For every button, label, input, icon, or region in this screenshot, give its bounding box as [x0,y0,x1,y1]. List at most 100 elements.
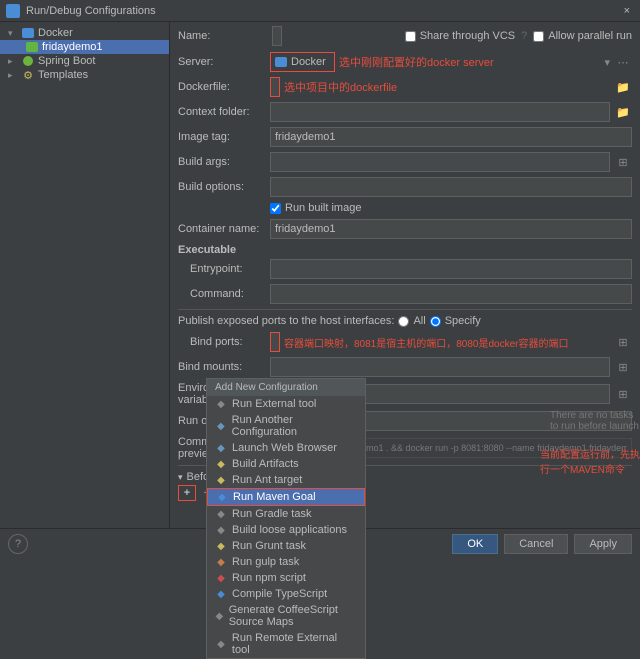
tree-node-templates[interactable]: ▸ ⚙ Templates [0,68,169,82]
popup-item-label: Run Remote External tool [232,632,357,656]
popup-item-label: Build Artifacts [232,458,299,470]
popup-item[interactable]: ◆ Run Ant target [207,472,365,488]
popup-item[interactable]: ◆Run gulp task [207,554,365,570]
bindports-label: Bind ports: [178,336,266,348]
popup-item[interactable]: ◆ Launch Web Browser [207,440,365,456]
dockerfile-input[interactable] [270,77,280,97]
chevron-right-icon: ▸ [8,56,18,67]
runbuilt-checkbox[interactable]: Run built image [270,202,361,214]
dialog-title: Run/Debug Configurations [26,5,156,17]
tree-label: fridaydemo1 [42,41,103,53]
popup-item-label: Run Gradle task [232,508,311,520]
popup-item[interactable]: ◆ Run External tool [207,396,365,412]
config-type-icon: ◆ [216,491,228,503]
container-label: Container name: [178,223,266,235]
expand-icon[interactable]: ⊞ [614,333,632,351]
imagetag-input[interactable] [270,127,632,147]
spring-icon [23,56,33,66]
buildopts-input[interactable] [270,177,632,197]
bindmounts-label: Bind mounts: [178,361,266,373]
expand-icon[interactable]: ⊞ [614,358,632,376]
folder-icon[interactable]: 📁 [614,103,632,121]
config-tree: ▾ Docker fridaydemo1 ▸ Spring Boot ▸ ⚙ T… [0,22,170,528]
popup-item-label: Generate CoffeeScript Source Maps [229,604,357,628]
config-type-icon: ◆ [215,474,227,486]
allow-parallel-checkbox[interactable]: Allow parallel run [533,30,632,42]
command-label: Command: [178,288,266,300]
popup-item-label: Run External tool [232,398,316,410]
close-icon[interactable]: × [620,5,634,17]
docker-icon [275,57,287,67]
tree-label: Templates [38,69,88,81]
popup-item-label: Run Another Configuration [232,414,357,438]
config-type-icon: ◆ [215,610,224,622]
popup-item-label: Launch Web Browser [232,442,337,454]
dockerfile-label: Dockerfile: [178,81,266,93]
popup-item[interactable]: ◆Compile TypeScript [207,586,365,602]
tree-node-fridaydemo1[interactable]: fridaydemo1 [0,40,169,54]
help-icon[interactable]: ? [521,30,527,42]
help-button[interactable]: ? [8,534,28,554]
config-type-icon: ◆ [215,638,227,650]
no-tasks-text: There are no tasks to run before launch [550,410,640,432]
buildargs-label: Build args: [178,156,266,168]
popup-item[interactable]: ◆ Run Gradle task [207,506,365,522]
config-type-icon: ◆ [215,398,227,410]
apply-button[interactable]: Apply [574,534,632,554]
expand-icon[interactable]: ⊞ [614,385,632,403]
config-type-icon: ◆ [215,508,227,520]
context-label: Context folder: [178,106,266,118]
bindmounts-input[interactable] [270,357,610,377]
popup-item-label: Run Maven Goal [233,491,316,503]
tree-node-docker[interactable]: ▾ Docker [0,26,169,40]
entrypoint-label: Entrypoint: [178,263,266,275]
popup-item-label: Build loose applications [232,524,347,536]
command-input[interactable] [270,284,632,304]
popup-item[interactable]: ◆Run Grunt task [207,538,365,554]
popup-item[interactable]: ◆ Run Remote External tool [207,630,365,658]
share-vcs-checkbox[interactable]: Share through VCS [405,30,515,42]
popup-item-label: Run npm script [232,572,306,584]
radio-all[interactable]: All [398,315,425,327]
folder-icon[interactable]: 📁 [614,78,632,96]
imagetag-label: Image tag: [178,131,266,143]
ellipsis-icon[interactable]: ⋯ [614,53,632,71]
annotation-dockerfile: 选中项目中的dockerfile [284,79,397,95]
entrypoint-input[interactable] [270,259,632,279]
config-type-icon: ◆ [215,442,227,454]
popup-item[interactable]: ◆ Run Maven Goal [207,488,365,506]
radio-specify[interactable]: Specify [430,315,481,327]
chevron-down-icon: ▾ [178,472,183,483]
popup-item[interactable]: ◆ Build loose applications [207,522,365,538]
add-button[interactable]: + [178,485,196,501]
tree-node-springboot[interactable]: ▸ Spring Boot [0,54,169,68]
executable-header: Executable [178,244,632,256]
container-input[interactable] [270,219,632,239]
config-type-icon: ◆ [215,588,227,600]
popup-item[interactable]: ◆ Run npm script [207,570,365,586]
config-type-icon: ◆ [215,524,227,536]
popup-item-label: Run Grunt task [232,540,306,552]
annotation-maven: 当前配置运行前，先执行一个MAVEN命令 [540,446,640,476]
buildargs-input[interactable] [270,152,610,172]
cancel-button[interactable]: Cancel [504,534,568,554]
popup-header: Add New Configuration [207,379,365,396]
titlebar: Run/Debug Configurations × [0,0,640,22]
context-input[interactable] [270,102,610,122]
config-name-input[interactable] [272,26,282,46]
config-type-icon: ◆ [215,420,227,432]
popup-item[interactable]: ◆ Generate CoffeeScript Source Maps [207,602,365,630]
chevron-down-icon: ▾ [8,28,18,39]
config-type-icon: ◆ [215,572,227,584]
ok-button[interactable]: OK [452,534,498,554]
server-dropdown[interactable]: Docker [270,52,335,72]
popup-item[interactable]: ◆ Run Another Configuration [207,412,365,440]
popup-item-label: Run Ant target [232,474,302,486]
annotation-bindports: 容器端口映射，8081是宿主机的端口，8080是docker容器的端口 [284,335,569,350]
popup-item[interactable]: ◆Build Artifacts [207,456,365,472]
expand-icon[interactable]: ⊞ [614,153,632,171]
tree-label: Spring Boot [38,55,95,67]
templates-icon: ⚙ [22,69,34,81]
publish-label: Publish exposed ports to the host interf… [178,315,394,327]
bindports-input[interactable] [270,332,280,352]
